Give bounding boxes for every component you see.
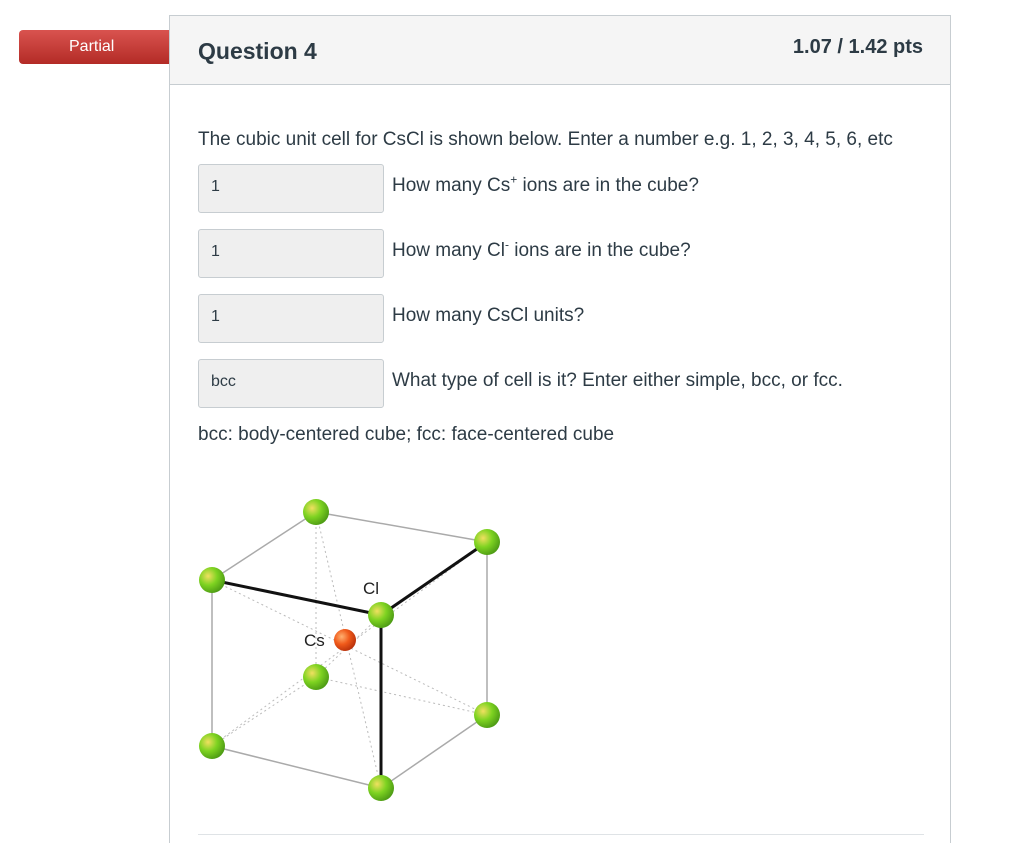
prompt-text: How many CsCl units? bbox=[392, 305, 585, 326]
answer-prompt: How many Cl- ions are in the cube? bbox=[392, 239, 691, 262]
question-points: 1.07 / 1.42 pts bbox=[792, 36, 923, 58]
prompt-text: How many Cl bbox=[392, 240, 505, 261]
prompt-text-tail: ions are in the cube? bbox=[508, 240, 691, 261]
cube-front-edges bbox=[211, 540, 488, 788]
answer-row: 1 How many Cs+ ions are in the cube? bbox=[198, 156, 928, 221]
answer-prompt: How many Cs+ ions are in the cube? bbox=[392, 174, 699, 197]
question-intro: The cubic unit cell for CsCl is shown be… bbox=[198, 129, 893, 150]
cl-label: Cl bbox=[363, 579, 379, 598]
prompt-text: What type of cell is it? Enter either si… bbox=[392, 370, 843, 391]
cl-ion bbox=[368, 602, 394, 628]
answer-row: 1 How many CsCl units? bbox=[198, 286, 928, 351]
answer-prompt: How many CsCl units? bbox=[392, 305, 584, 327]
question-body: The cubic unit cell for CsCl is shown be… bbox=[198, 124, 928, 446]
cs-ion bbox=[334, 629, 356, 651]
answer-row: bcc What type of cell is it? Enter eithe… bbox=[198, 351, 928, 416]
cscl-unit-cell-figure: Cl Cs bbox=[199, 499, 500, 801]
answer-input[interactable]: 1 bbox=[198, 294, 384, 343]
answer-input[interactable]: bcc bbox=[198, 359, 384, 408]
cl-ion bbox=[474, 702, 500, 728]
cl-ion bbox=[368, 775, 394, 801]
question-title: Question 4 bbox=[198, 38, 317, 64]
status-badge: Partial bbox=[19, 30, 193, 64]
answer-row: 1 How many Cl- ions are in the cube? bbox=[198, 221, 928, 286]
cs-label: Cs bbox=[304, 631, 325, 650]
question-legend: bcc: body-centered cube; fcc: face-cente… bbox=[198, 424, 615, 445]
prompt-text-tail: ions are in the cube? bbox=[517, 175, 699, 196]
cl-ion bbox=[199, 567, 225, 593]
answer-input[interactable]: 1 bbox=[198, 229, 384, 278]
answer-prompt: What type of cell is it? Enter either si… bbox=[392, 370, 843, 392]
cl-ion bbox=[199, 733, 225, 759]
cl-ion bbox=[303, 499, 329, 525]
cl-ion bbox=[474, 529, 500, 555]
answer-input[interactable]: 1 bbox=[198, 164, 384, 213]
divider bbox=[198, 834, 924, 835]
page: Partial Question 4 1.07 / 1.42 pts The c… bbox=[0, 0, 1024, 843]
prompt-text: How many Cs bbox=[392, 175, 511, 196]
cl-ion bbox=[303, 664, 329, 690]
question-header: Question 4 1.07 / 1.42 pts bbox=[170, 16, 950, 85]
